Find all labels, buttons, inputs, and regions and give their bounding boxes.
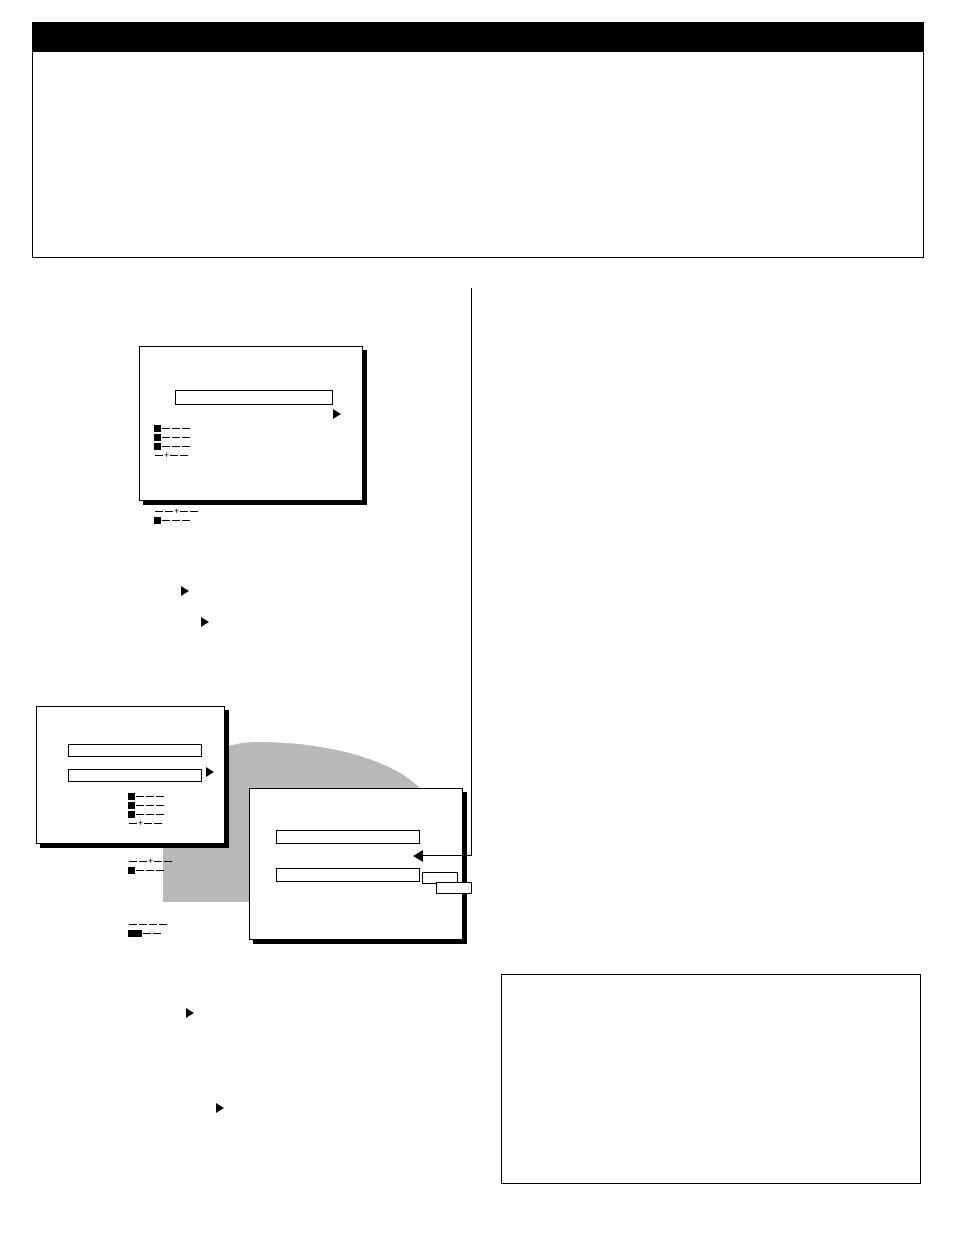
menu-bar: [175, 390, 333, 405]
callout-arrow-head: [413, 850, 423, 862]
remote-glyph-group-1: +: [154, 424, 191, 460]
triangle-right-icon: [201, 617, 209, 627]
menu-bar: [276, 868, 420, 882]
remote-glyph-group-4: +: [128, 857, 173, 875]
callout-arrow-vertical: [471, 288, 472, 855]
note-box: [501, 974, 921, 1184]
menu-bar: [68, 744, 202, 757]
option-box: [436, 882, 472, 894]
triangle-right-icon: [206, 767, 214, 777]
triangle-right-icon: [333, 409, 341, 419]
triangle-right-icon: [186, 1008, 194, 1018]
callout-arrow-horizontal: [420, 855, 472, 856]
header-bar: [32, 22, 924, 52]
menu-bar: [68, 769, 202, 782]
remote-glyph-group-2: +: [154, 507, 199, 525]
intro-box: [32, 52, 924, 258]
remote-glyph-group-5: [128, 920, 168, 938]
triangle-right-icon: [181, 586, 189, 596]
tv-screen-3: [249, 788, 463, 940]
triangle-right-icon: [216, 1103, 224, 1113]
menu-bar: [276, 830, 420, 844]
remote-glyph-group-3: +: [128, 792, 165, 828]
